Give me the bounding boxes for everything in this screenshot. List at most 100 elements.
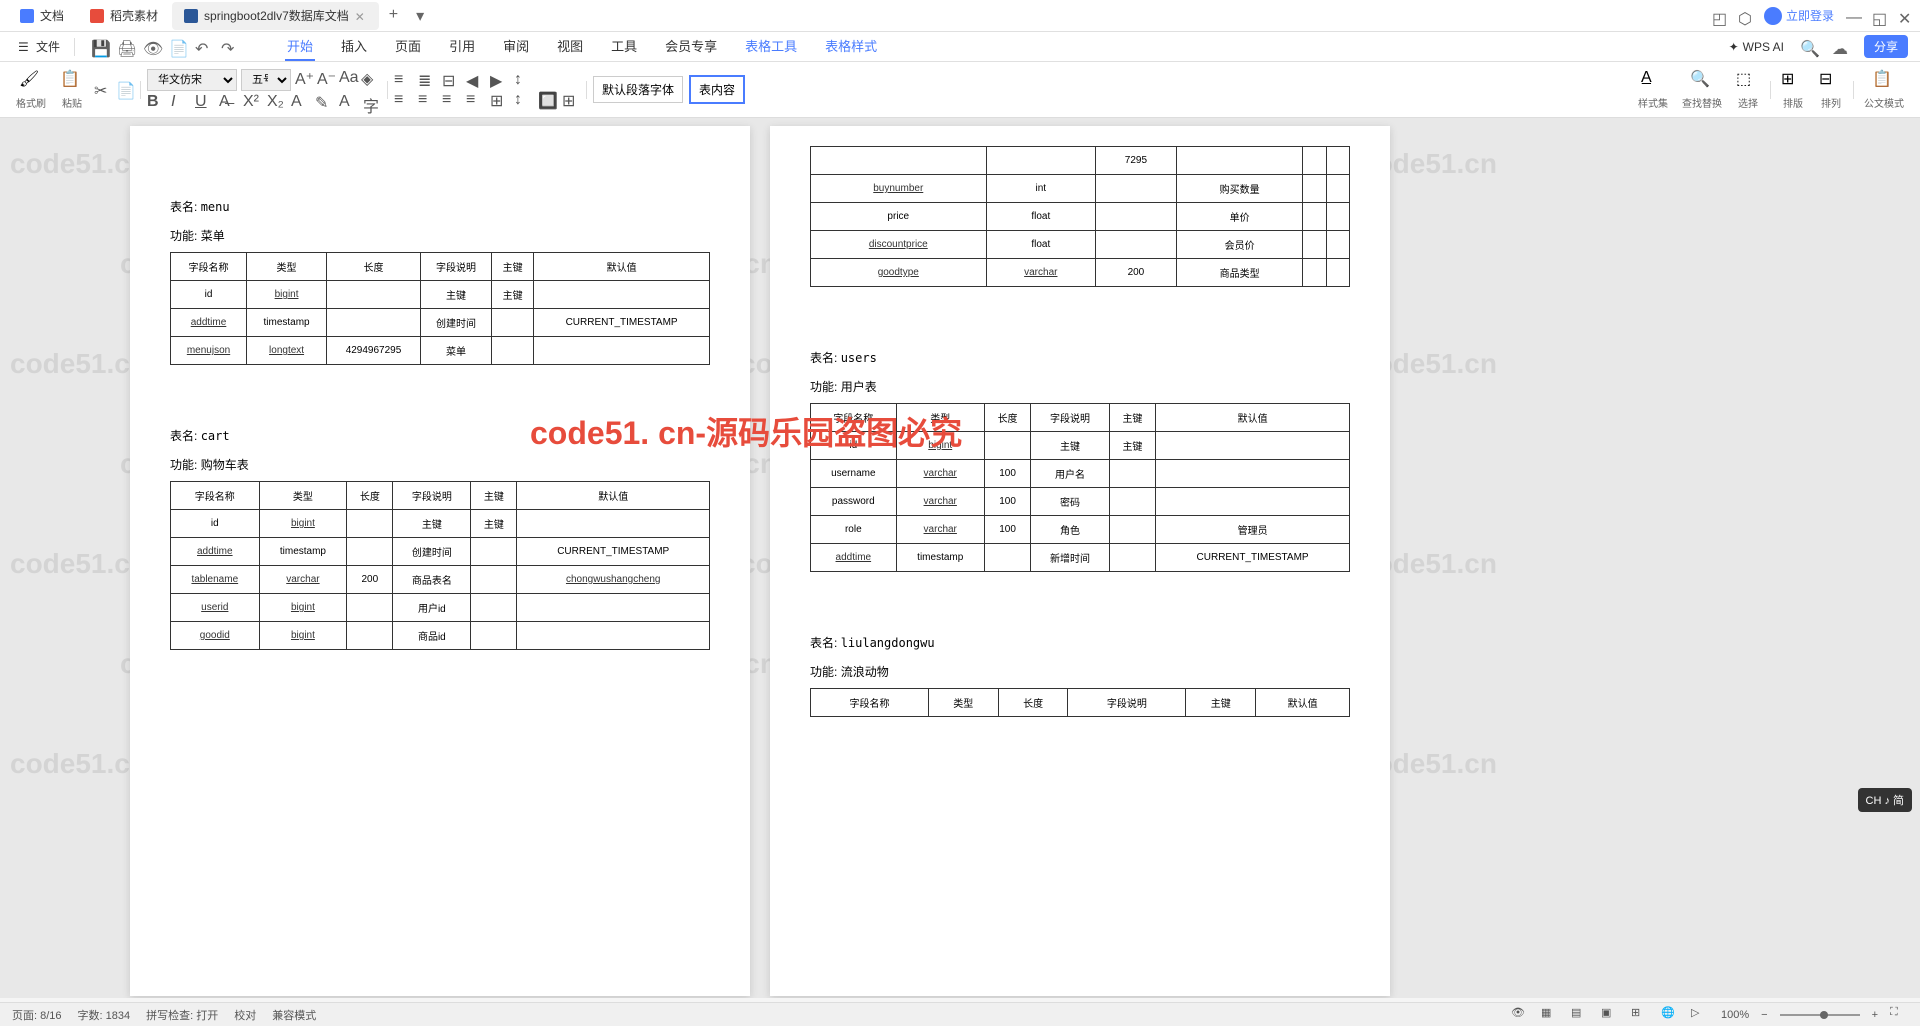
table-row[interactable]: passwordvarchar100密码 xyxy=(811,488,1350,516)
borders-icon[interactable]: ⊞ xyxy=(562,91,580,109)
minimize-button[interactable]: — xyxy=(1846,9,1860,23)
cloud-icon[interactable]: ☁ xyxy=(1832,39,1848,55)
spell-check-status[interactable]: 拼写检查: 打开 xyxy=(146,1007,218,1023)
cut-icon[interactable]: ✂ xyxy=(94,81,112,99)
triangle-icon[interactable]: ▷ xyxy=(1691,1006,1709,1024)
close-button[interactable]: ✕ xyxy=(1898,9,1912,23)
para-style-content[interactable]: 表内容 xyxy=(689,75,745,104)
distribute-icon[interactable]: ⊞ xyxy=(490,91,508,109)
multilevel-icon[interactable]: ⊟ xyxy=(442,71,460,89)
table-row[interactable]: idbigint主键主键 xyxy=(171,510,710,538)
text-effect-icon[interactable]: A xyxy=(339,93,357,111)
change-case-icon[interactable]: Aa xyxy=(339,69,357,87)
table-row[interactable]: buynumberint购买数量 xyxy=(811,175,1350,203)
font-box-icon[interactable]: 字 xyxy=(363,93,381,111)
numbering-icon[interactable]: ≣ xyxy=(418,71,436,89)
globe-icon[interactable]: 🌐 xyxy=(1661,1006,1679,1024)
tab-springboot-doc[interactable]: springboot2dlv7数据库文档 ✕ xyxy=(172,2,379,30)
redo-icon[interactable]: ↷ xyxy=(221,39,237,55)
table-row[interactable]: addtimetimestamp新增时间CURRENT_TIMESTAMP xyxy=(811,544,1350,572)
increase-font-icon[interactable]: A⁺ xyxy=(295,69,313,87)
paste-group[interactable]: 📋 粘贴 xyxy=(56,69,88,110)
table-row[interactable]: addtimetimestamp创建时间CURRENT_TIMESTAMP xyxy=(171,538,710,566)
bullets-icon[interactable]: ≡ xyxy=(394,71,412,89)
tab-view[interactable]: 视图 xyxy=(555,32,585,61)
print-icon[interactable]: 🖨 xyxy=(117,39,133,55)
arrange-group[interactable]: ⊞ 排版 xyxy=(1777,69,1809,110)
italic-icon[interactable]: I xyxy=(171,93,189,111)
align-left-icon[interactable]: ≡ xyxy=(394,91,412,109)
tab-page[interactable]: 页面 xyxy=(393,32,423,61)
table-row[interactable]: menujsonlongtext4294967295菜单 xyxy=(171,337,710,365)
line-spacing-icon[interactable]: ↕ xyxy=(514,91,532,109)
page-count[interactable]: 页面: 8/16 xyxy=(12,1007,62,1023)
table-row[interactable]: pricefloat单价 xyxy=(811,203,1350,231)
clear-format-icon[interactable]: ◈ xyxy=(361,69,379,87)
zoom-out-button[interactable]: − xyxy=(1761,1009,1767,1021)
cart-table[interactable]: 字段名称类型长度字段说明主键默认值 idbigint主键主键 addtimeti… xyxy=(170,481,710,650)
share-button[interactable]: 分享 xyxy=(1864,35,1908,58)
tab-start[interactable]: 开始 xyxy=(285,32,315,61)
para-style-default[interactable]: 默认段落字体 xyxy=(593,76,683,103)
users-table[interactable]: 字段名称类型长度字段说明主键默认值 idbigint主键主键 usernamev… xyxy=(810,403,1350,572)
tab-documents[interactable]: 文档 xyxy=(8,2,76,30)
tab-review[interactable]: 审阅 xyxy=(501,32,531,61)
liulang-table[interactable]: 字段名称类型长度字段说明主键默认值 xyxy=(810,688,1350,717)
print2-icon[interactable]: 📄 xyxy=(169,39,185,55)
word-count[interactable]: 字数: 1834 xyxy=(78,1007,131,1023)
close-icon[interactable]: ✕ xyxy=(355,10,367,22)
preview-icon[interactable]: 👁 xyxy=(143,39,159,55)
table-row[interactable]: rolevarchar100角色管理员 xyxy=(811,516,1350,544)
font-select[interactable]: 华文仿宋 xyxy=(147,69,237,91)
subscript-icon[interactable]: X₂ xyxy=(267,93,285,111)
increase-indent-icon[interactable]: ▶ xyxy=(490,71,508,89)
language-badge[interactable]: CH ♪ 简 xyxy=(1858,788,1913,812)
wps-ai-button[interactable]: ✦ WPS AI xyxy=(1729,40,1784,54)
doc-mode-group[interactable]: 📋 公文模式 xyxy=(1860,69,1908,110)
size-select[interactable]: 五号 xyxy=(241,69,291,91)
bold-icon[interactable]: B xyxy=(147,93,165,111)
view-mode-1-icon[interactable]: ▦ xyxy=(1541,1006,1559,1024)
login-button[interactable]: 立即登录 xyxy=(1764,7,1834,25)
table-row[interactable]: tablenamevarchar200商品表名chongwushangcheng xyxy=(171,566,710,594)
format-painter-group[interactable]: 🖌 格式刷 xyxy=(12,69,50,110)
table-row[interactable]: 7295 xyxy=(811,147,1350,175)
tab-member[interactable]: 会员专享 xyxy=(663,32,719,61)
font-color-icon[interactable]: A xyxy=(291,93,309,111)
select-group[interactable]: ⬚ 选择 xyxy=(1732,69,1764,110)
find-replace-group[interactable]: 🔍 查找替换 xyxy=(1678,69,1726,110)
zoom-thumb[interactable] xyxy=(1820,1011,1828,1019)
tab-daoke[interactable]: 稻壳素材 xyxy=(78,2,170,30)
top-table[interactable]: 7295 buynumberint购买数量 pricefloat单价 disco… xyxy=(810,146,1350,287)
table-row[interactable]: addtimetimestamp创建时间CURRENT_TIMESTAMP xyxy=(171,309,710,337)
table-row[interactable]: goodidbigint商品id xyxy=(171,622,710,650)
zoom-level[interactable]: 100% xyxy=(1721,1009,1749,1021)
file-menu[interactable]: ☰ 文件 xyxy=(12,36,66,57)
view-mode-4-icon[interactable]: ⊞ xyxy=(1631,1006,1649,1024)
tab-tools[interactable]: 工具 xyxy=(609,32,639,61)
view-mode-3-icon[interactable]: ▣ xyxy=(1601,1006,1619,1024)
save-icon[interactable]: 💾 xyxy=(91,39,107,55)
underline-icon[interactable]: U xyxy=(195,93,213,111)
tab-menu-button[interactable]: ▾ xyxy=(408,2,432,30)
app-icon[interactable]: ◰ xyxy=(1712,9,1726,23)
tab-table-tools[interactable]: 表格工具 xyxy=(743,32,799,61)
cube-icon[interactable]: ⬡ xyxy=(1738,9,1752,23)
compat-mode[interactable]: 兼容模式 xyxy=(272,1007,316,1023)
view-mode-2-icon[interactable]: ▤ xyxy=(1571,1006,1589,1024)
add-tab-button[interactable]: + xyxy=(381,2,406,30)
table-row[interactable]: usernamevarchar100用户名 xyxy=(811,460,1350,488)
menu-table[interactable]: 字段名称 类型 长度 字段说明 主键 默认值 idbigint主键主键 addt… xyxy=(170,252,710,365)
styles-group[interactable]: A̲ 样式集 xyxy=(1634,69,1672,110)
highlight-icon[interactable]: ✎ xyxy=(315,93,333,111)
tab-reference[interactable]: 引用 xyxy=(447,32,477,61)
align-group[interactable]: ⊟ 排列 xyxy=(1815,69,1847,110)
align-center-icon[interactable]: ≡ xyxy=(418,91,436,109)
decrease-font-icon[interactable]: A⁻ xyxy=(317,69,335,87)
undo-icon[interactable]: ↶ xyxy=(195,39,211,55)
copy-icon[interactable]: 📄 xyxy=(116,81,134,99)
table-row[interactable]: discountpricefloat会员价 xyxy=(811,231,1350,259)
justify-icon[interactable]: ≡ xyxy=(466,91,484,109)
tab-table-style[interactable]: 表格样式 xyxy=(823,32,879,61)
table-row[interactable]: idbigint主键主键 xyxy=(171,281,710,309)
